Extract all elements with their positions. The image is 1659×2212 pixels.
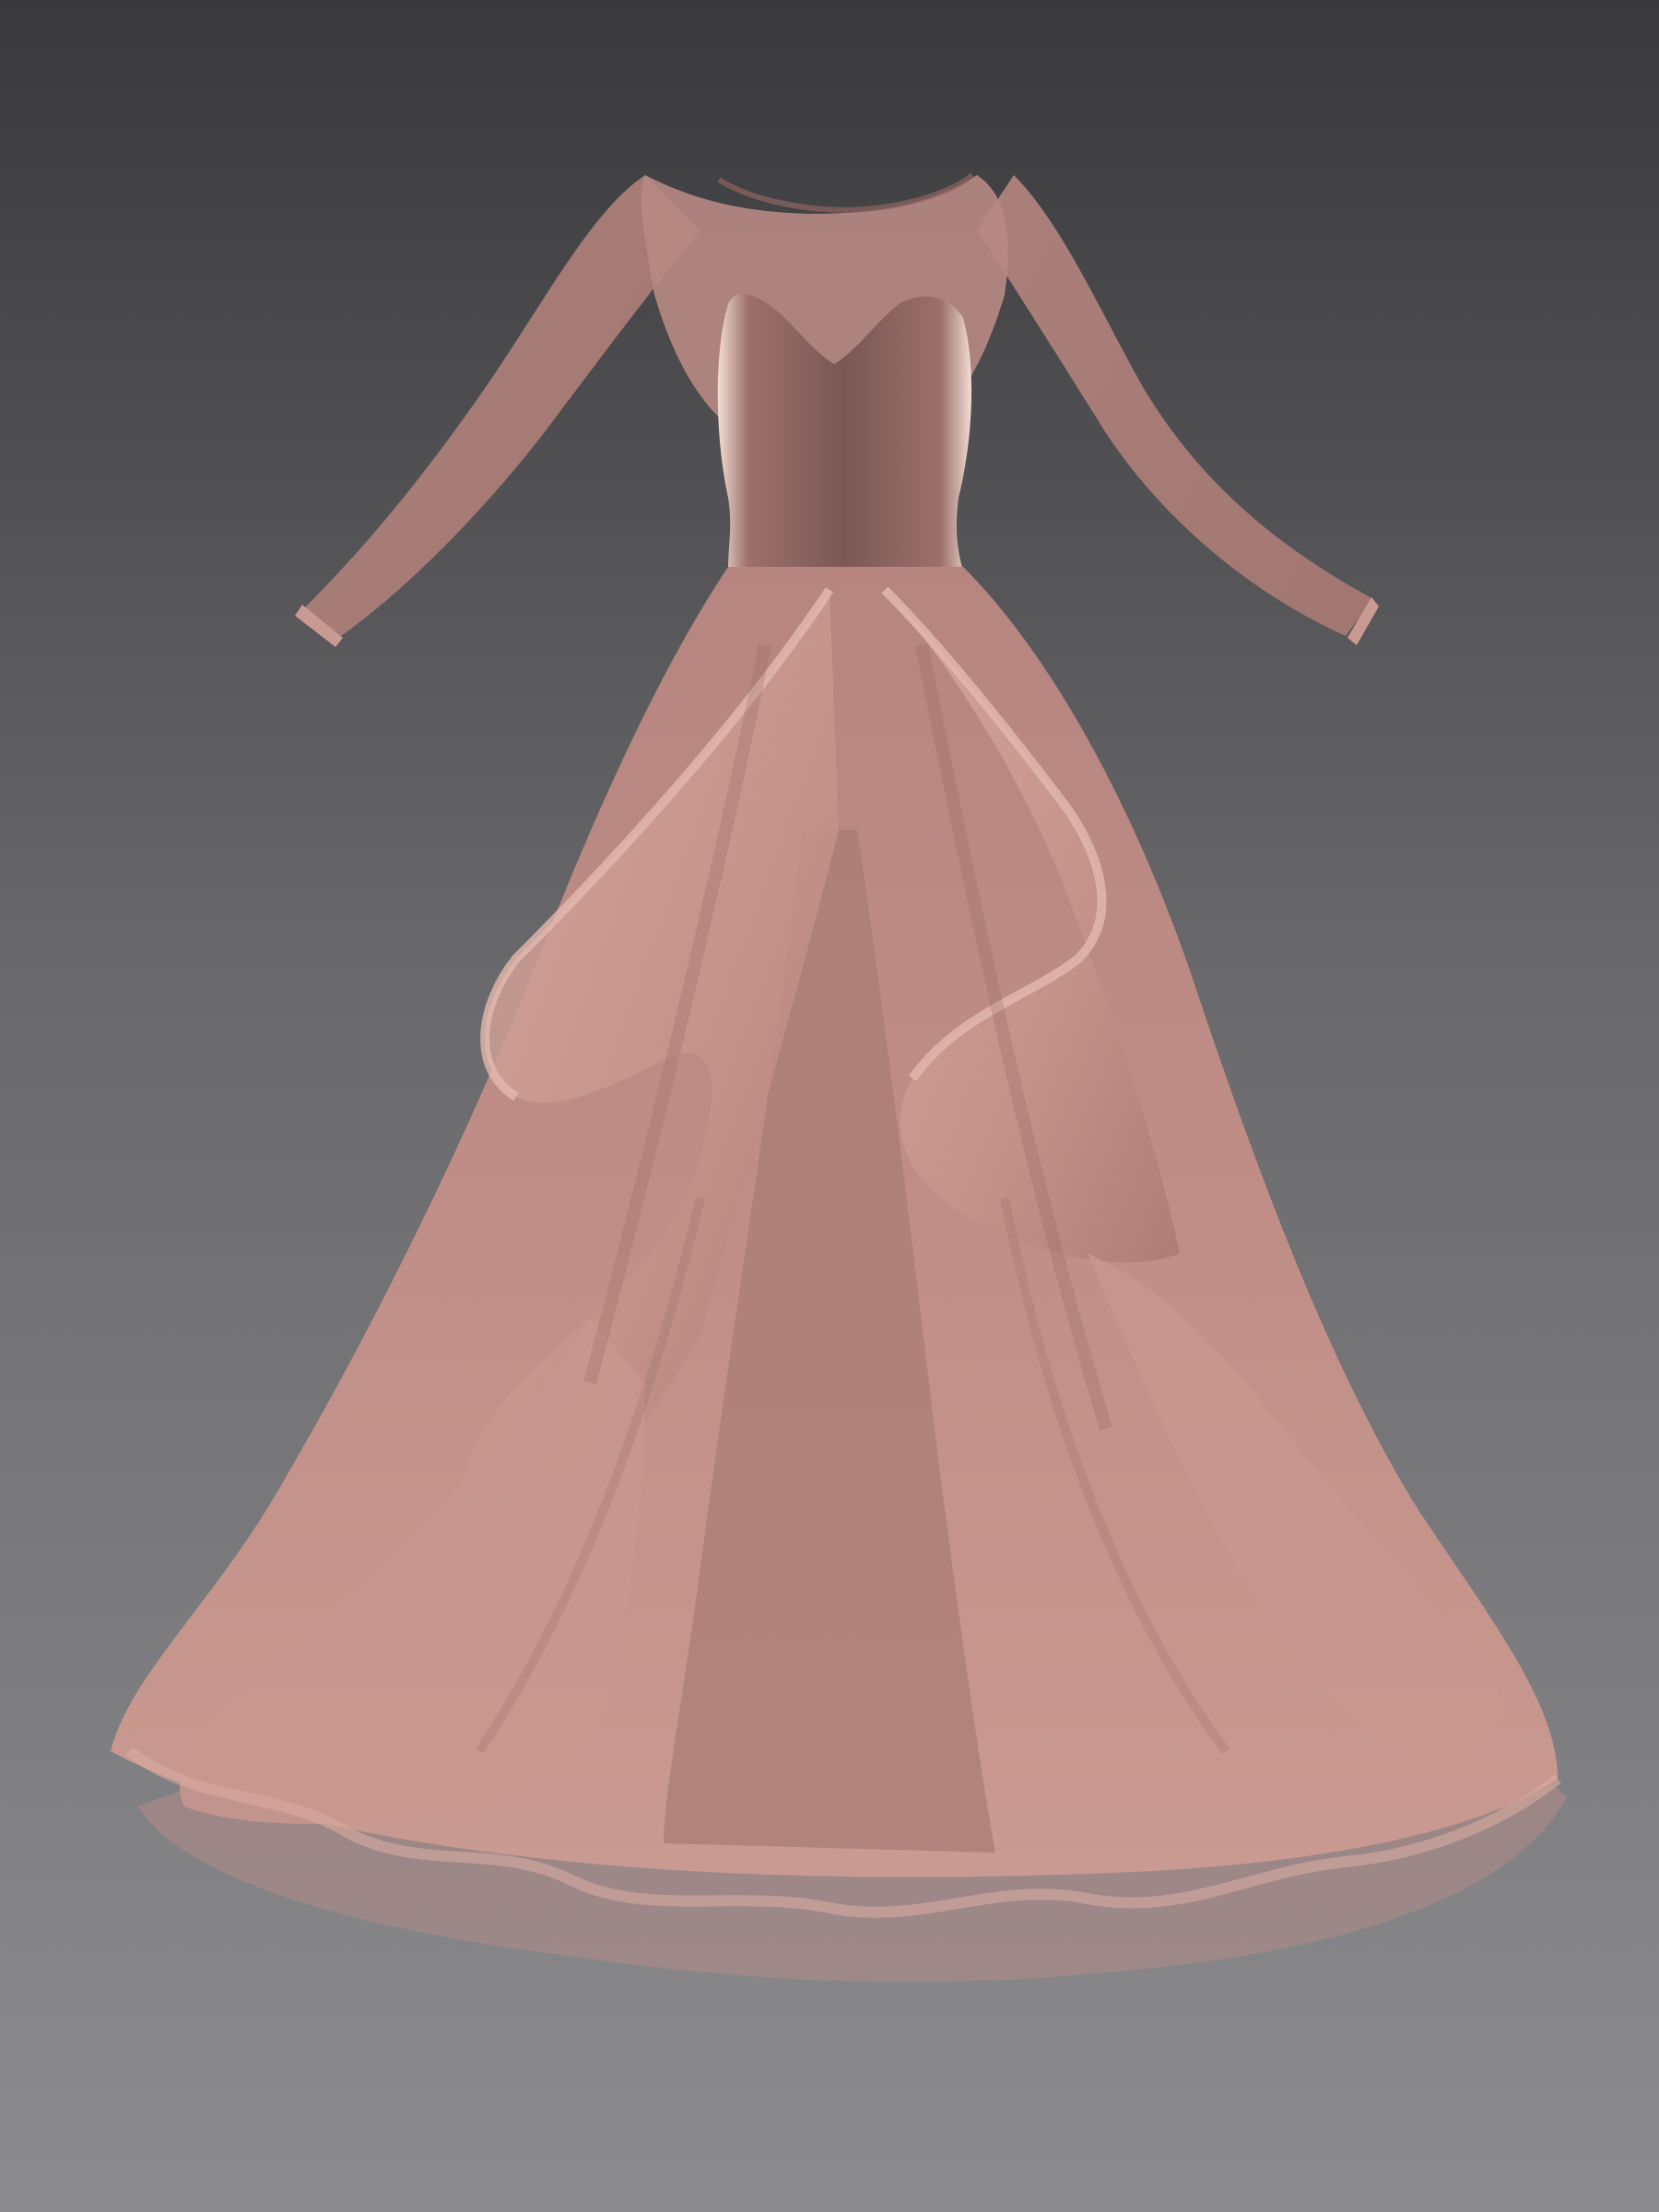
gown-illustration [111, 172, 1567, 1983]
left-sleeve [304, 175, 700, 636]
render-viewport [0, 0, 1659, 2212]
right-sleeve [977, 175, 1373, 636]
